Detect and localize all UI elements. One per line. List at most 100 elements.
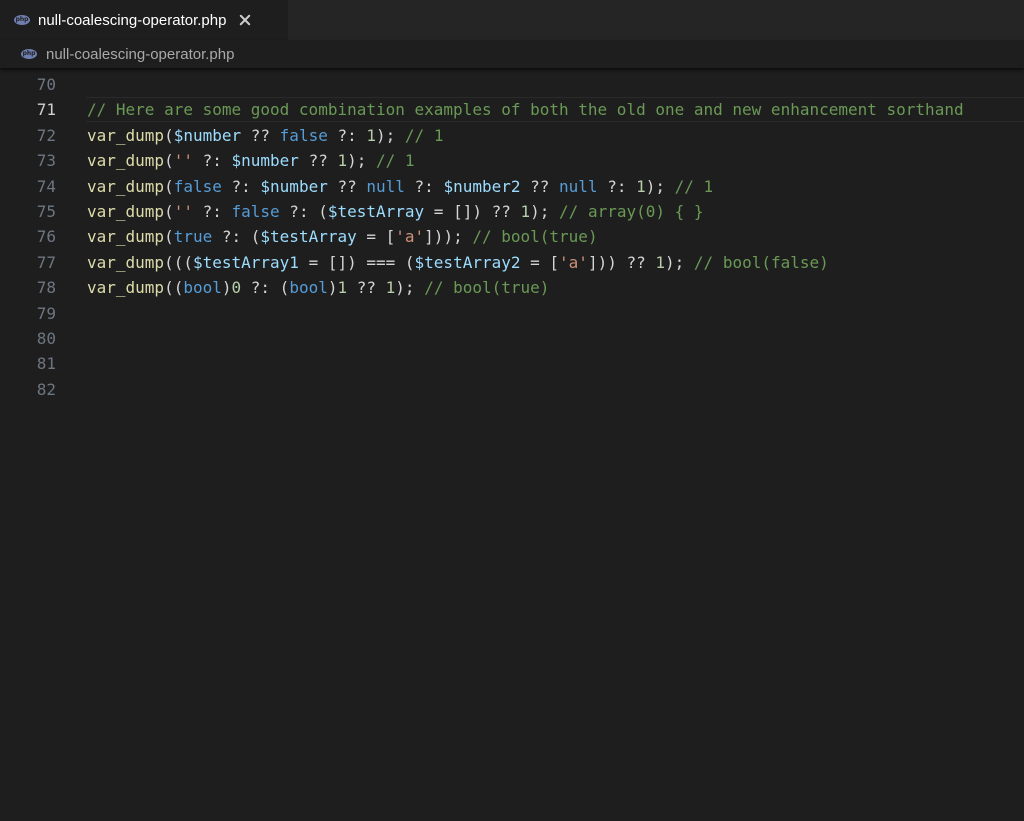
code-token: $testArray2: [414, 252, 521, 272]
code-token: );: [376, 125, 405, 145]
tab-label: null-coalescing-operator.php: [38, 11, 227, 29]
code-token: ): [221, 278, 232, 298]
code-line[interactable]: 75 var_dump('' ?: false ?: ($testArray = …: [0, 199, 1024, 224]
code-line[interactable]: 82: [0, 377, 1024, 402]
code-token: 1: [366, 125, 377, 145]
code-token: $testArray: [327, 202, 425, 221]
line-number: 81: [36, 354, 56, 374]
code-token: 1: [337, 278, 348, 298]
php-file-icon: [21, 49, 37, 59]
code-token: var_dump: [87, 125, 165, 145]
code-token: $number2: [443, 176, 521, 196]
code-line[interactable]: 73 var_dump('' ?: $number ?? 1); // 1: [0, 148, 1024, 173]
code-token: ??: [347, 278, 386, 298]
code-token: '': [173, 202, 193, 221]
code-token: 1: [655, 252, 666, 272]
code-text: var_dump(true ?: ($testArray = ['a'])); …: [87, 224, 598, 249]
code-token: var_dump: [87, 202, 165, 221]
code-token: ?:: [404, 176, 444, 196]
tab-bar: null-coalescing-operator.php: [0, 0, 1024, 40]
code-line[interactable]: 72 var_dump($number ?? false ?: 1); // 1: [0, 123, 1024, 148]
line-number: 78: [36, 278, 56, 298]
code-token: $testArray1: [192, 252, 299, 272]
code-line[interactable]: 76 var_dump(true ?: ($testArray = ['a']))…: [0, 224, 1024, 249]
code-token: (: [164, 176, 174, 196]
line-number: 73: [36, 151, 56, 171]
code-token: (: [164, 227, 174, 247]
code-line[interactable]: 79: [0, 301, 1024, 326]
code-token: // Here are some good combination exampl…: [87, 100, 964, 120]
code-token: $number: [260, 176, 328, 196]
code-line[interactable]: 70: [0, 72, 1024, 97]
code-token: bool: [289, 278, 328, 298]
editor-tab[interactable]: null-coalescing-operator.php: [0, 0, 288, 40]
line-number: 79: [36, 303, 56, 323]
code-text: // Here are some good combination exampl…: [87, 97, 964, 122]
code-token: 1: [385, 278, 396, 298]
code-token: // bool(false): [693, 252, 829, 272]
line-number: 74: [36, 176, 56, 196]
code-token: 'a': [395, 227, 425, 247]
line-number: 72: [36, 125, 56, 145]
line-number: 76: [36, 227, 56, 247]
code-token: var_dump: [87, 176, 165, 196]
code-token: ?:: [221, 176, 261, 196]
code-token: );: [645, 176, 675, 196]
close-icon[interactable]: [238, 13, 252, 27]
code-token: = []) === (: [298, 252, 415, 272]
code-token: // 1: [376, 151, 415, 171]
code-token: = []) ??: [424, 202, 521, 221]
code-token: ?:: [192, 202, 232, 221]
code-editor[interactable]: 70 71 // Here are some good combination ex…: [0, 72, 1024, 821]
code-token: );: [395, 278, 425, 298]
code-token: = [: [356, 227, 396, 247]
code-line[interactable]: 81: [0, 351, 1024, 376]
code-token: false: [231, 202, 280, 221]
code-text: var_dump(false ?: $number ?? null ?: $nu…: [87, 174, 713, 199]
code-token: var_dump: [87, 252, 165, 272]
code-token: ??: [327, 176, 367, 196]
code-token: (: [164, 151, 174, 171]
code-token: ??: [520, 176, 560, 196]
code-line[interactable]: 78 var_dump((bool)0 ?: (bool)1 ?? 1); // …: [0, 275, 1024, 300]
code-token: 1: [520, 202, 531, 221]
code-token: null: [366, 176, 405, 196]
code-token: );: [347, 151, 377, 171]
code-line[interactable]: 74 var_dump(false ?: $number ?? null ?: $…: [0, 174, 1024, 199]
breadcrumb: null-coalescing-operator.php: [0, 40, 1024, 68]
code-line[interactable]: 71 // Here are some good combination exam…: [0, 97, 1024, 123]
code-token: false: [173, 176, 222, 196]
code-token: '': [173, 151, 193, 171]
code-token: var_dump: [87, 227, 165, 247]
line-number: 75: [36, 202, 56, 221]
code-line[interactable]: 77 var_dump((($testArray1 = []) === ($tes…: [0, 250, 1024, 275]
code-token: bool: [183, 278, 222, 298]
code-token: ?: (: [241, 278, 290, 298]
code-token: ]));: [424, 227, 473, 247]
code-line[interactable]: 80: [0, 326, 1024, 351]
code-token: (: [164, 125, 174, 145]
code-text: var_dump($number ?? false ?: 1); // 1: [87, 123, 443, 148]
code-token: var_dump: [87, 151, 165, 171]
code-token: null: [559, 176, 598, 196]
code-token: // bool(true): [472, 227, 598, 247]
line-number: 80: [36, 329, 56, 348]
code-text: var_dump((bool)0 ?: (bool)1 ?? 1); // bo…: [87, 275, 549, 300]
line-number: 70: [36, 75, 56, 94]
code-token: ?: (: [212, 227, 261, 247]
code-token: );: [665, 252, 694, 272]
code-token: false: [279, 125, 328, 145]
code-token: (((: [164, 252, 193, 272]
code-text: var_dump('' ?: $number ?? 1); // 1: [87, 148, 415, 173]
breadcrumb-file[interactable]: null-coalescing-operator.php: [46, 46, 234, 63]
code-token: // 1: [674, 176, 714, 196]
code-token: $number: [231, 151, 299, 171]
line-number: 82: [36, 379, 56, 399]
line-number: 71: [36, 100, 56, 120]
code-token: ??: [298, 151, 338, 171]
code-text: var_dump((($testArray1 = []) === ($testA…: [87, 250, 829, 275]
code-token: 'a': [559, 252, 588, 272]
code-token: $testArray: [260, 227, 357, 247]
code-token: 1: [636, 176, 646, 196]
code-token: ((: [164, 278, 184, 298]
